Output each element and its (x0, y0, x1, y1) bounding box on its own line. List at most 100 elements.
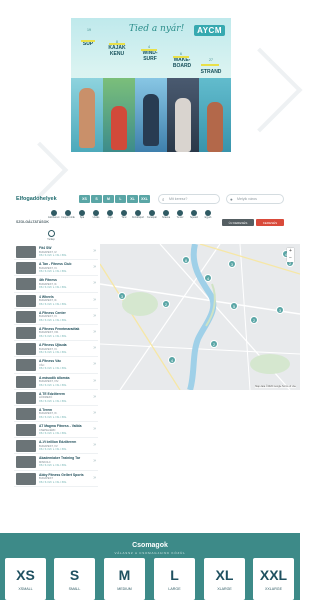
zoom-out-icon[interactable]: − (287, 255, 294, 262)
activity-label-sup: SUP (82, 41, 94, 47)
size-filter-xl[interactable]: XL (127, 195, 138, 203)
place-thumbnail (16, 424, 36, 437)
list-item[interactable]: Akademiaker Training Tar MISKOLC XS / S / … (14, 454, 98, 471)
package-card-s[interactable]: S SMALL (54, 558, 95, 600)
place-sizes: XS / S / M / L / XL / XXL (39, 448, 67, 452)
promo-banner[interactable]: Tied a nyár! AYCM 19 SUP 8 KAJAK KENU 4 … (71, 18, 231, 152)
list-item[interactable]: A Tan - Fitness Club BUDAPEST, XI. XS / S … (14, 260, 98, 277)
map-cluster-marker[interactable]: 4 (168, 356, 176, 364)
place-thumbnail (16, 440, 36, 453)
amenity-sauna[interactable]: Szauna (159, 210, 173, 220)
list-item[interactable]: A második állomás BUDAPEST, XIV. XS / S / … (14, 374, 98, 390)
map-cluster-marker[interactable]: 5 (230, 302, 238, 310)
package-card-l[interactable]: L LARGE (154, 558, 195, 600)
zoom-in-icon[interactable]: + (287, 248, 294, 255)
chevron-right-icon[interactable]: » (93, 442, 96, 448)
list-item[interactable]: 4th Fitness BUDAPEST, III. XS / S / M / L … (14, 276, 98, 293)
place-thumbnail (16, 391, 36, 404)
map-credit: Map data ©2020 Google Terms of Use (255, 385, 296, 388)
chevron-right-icon[interactable]: » (93, 426, 96, 432)
amenity-swim[interactable]: Úszás (89, 210, 103, 220)
size-filter-xxl[interactable]: XXL (139, 195, 150, 203)
map-cluster-marker[interactable]: 2 (162, 300, 170, 308)
list-item[interactable]: A Fitness Center BUDAPEST, XI. XS / S / M … (14, 309, 98, 325)
chevron-right-icon[interactable]: » (93, 264, 96, 270)
list-item[interactable]: A-Vi brillion Edzőterem BUDAPEST, XV. XS /… (14, 438, 98, 455)
list-item[interactable]: Fit4 SW BUDAPEST, IV. XS / S / M / L / XL … (14, 244, 98, 261)
package-card-xl[interactable]: XL XLARGE (204, 558, 245, 600)
chevron-right-icon[interactable]: » (93, 345, 96, 351)
package-card-m[interactable]: M MEDIUM (104, 558, 145, 600)
map-cluster-marker[interactable]: 3 (228, 260, 236, 268)
amenity-spa[interactable]: Spa (75, 210, 89, 220)
place-sizes: XS / S / M / L / XL / XXL (39, 254, 67, 257)
reset-search-button[interactable]: ÚJ KERESÉS (222, 219, 254, 226)
map-cluster-marker[interactable]: 3 (118, 292, 126, 300)
size-filter-l[interactable]: L (115, 195, 126, 203)
chevron-right-icon[interactable]: » (93, 361, 96, 367)
chevron-right-icon[interactable]: » (93, 410, 96, 416)
size-filter-xs[interactable]: XS (79, 195, 90, 203)
photo-sup (71, 78, 103, 152)
places-list[interactable]: Fit4 SW BUDAPEST, IV. XS / S / M / L / XL … (14, 244, 98, 532)
package-card-xxl[interactable]: XXL XXLARGE (253, 558, 294, 600)
place-name: A Fitness Újbuda (39, 343, 67, 348)
list-item[interactable]: AT Magma Fitness - Vallda CSEPEL/ÉRD XS / … (14, 422, 98, 439)
map-zoom-control[interactable]: + − (287, 248, 294, 262)
place-thumbnail (16, 310, 36, 323)
packages-section: Csomagok VÁLASSZ A CSOMAGJAINK KÖZÜL XS X… (0, 533, 300, 600)
amenity-dance[interactable]: Tánc (117, 210, 131, 220)
list-item[interactable]: A Fitness Vác VÁC XS / S / M / L / XL / XX… (14, 357, 98, 374)
chevron-right-icon[interactable]: » (93, 458, 96, 464)
amenity-martial[interactable]: Küzdősport (131, 210, 145, 220)
amenity-yoga[interactable]: Jóga (103, 210, 117, 220)
place-sizes: XS / S / M / L / XL / XXL (39, 464, 67, 468)
list-item[interactable]: 4 Wheels BUDAPEST, III. XS / S / M / L / X… (14, 293, 98, 309)
amenity-tennis[interactable]: Tenisz (173, 210, 187, 220)
place-thumbnail (16, 246, 36, 258)
amenity-gym[interactable]: Edzőterem (47, 210, 61, 220)
place-thumbnail (16, 456, 36, 469)
list-item[interactable]: Abby Fitness Gellert Sports BUDAPEST XS / … (14, 471, 98, 487)
city-input[interactable]: ● Melyik város (226, 194, 284, 204)
map-cluster-marker[interactable]: 2 (250, 316, 258, 324)
size-filter-s[interactable]: S (91, 195, 102, 203)
search-input[interactable]: ⌕ Mit keresz? (158, 194, 220, 204)
chevron-right-icon[interactable]: » (93, 248, 96, 254)
map-view[interactable]: 843423252324 + − Map data ©2020 Google T… (100, 244, 300, 390)
size-filter-m[interactable]: M (103, 195, 114, 203)
map-toggle[interactable]: Térkép (44, 230, 58, 241)
map-cluster-marker[interactable]: 2 (210, 340, 218, 348)
city-placeholder: Melyik város (237, 197, 257, 201)
place-sizes: XS / S / M / L / XL / XXL (39, 432, 67, 436)
photo-kajak (103, 78, 135, 152)
chevron-right-icon[interactable]: » (93, 394, 96, 400)
amenity-bike[interactable]: Kerékpár (145, 210, 159, 220)
map-roads (100, 244, 300, 390)
chevron-right-icon[interactable]: » (93, 329, 96, 335)
background-arrow-decoration (11, 141, 69, 199)
list-item[interactable]: A Fitness Újbuda BUDAPEST, XI. XS / S / M … (14, 341, 98, 358)
amenity-other[interactable]: Egyéb (201, 210, 215, 220)
map-cluster-marker[interactable]: 4 (204, 274, 212, 282)
chevron-right-icon[interactable]: » (93, 280, 96, 286)
search-button[interactable]: KERESÉS (256, 219, 284, 226)
place-sizes: XS / S / M / L / XL / XXL (39, 302, 67, 306)
map-cluster-marker[interactable]: 3 (276, 306, 284, 314)
chevron-right-icon[interactable]: » (93, 297, 96, 303)
list-item[interactable]: A Terem BUDAPEST, IX. XS / S / M / L / XL … (14, 406, 98, 423)
amenity-group-class[interactable]: Csoport órák (61, 210, 75, 220)
place-thumbnail (16, 278, 36, 291)
list-item[interactable]: A Fitness Fenntmaradtak BUDAPEST, XIII. XS… (14, 325, 98, 342)
place-thumbnail (16, 375, 36, 388)
chevron-right-icon[interactable]: » (93, 475, 96, 481)
amenity-squash[interactable]: Squash (187, 210, 201, 220)
photo-wakeboard (167, 78, 199, 152)
package-card-xs[interactable]: XS XSMALL (5, 558, 46, 600)
map-cluster-marker[interactable]: 8 (182, 256, 190, 264)
place-name: A Fitness Vác (39, 359, 62, 364)
aycm-logo: AYCM (194, 25, 225, 36)
chevron-right-icon[interactable]: » (93, 313, 96, 319)
chevron-right-icon[interactable]: » (93, 378, 96, 384)
list-item[interactable]: A TE Edzőterem HÓDMEZŐ XS / S / M / L / XL… (14, 390, 98, 406)
